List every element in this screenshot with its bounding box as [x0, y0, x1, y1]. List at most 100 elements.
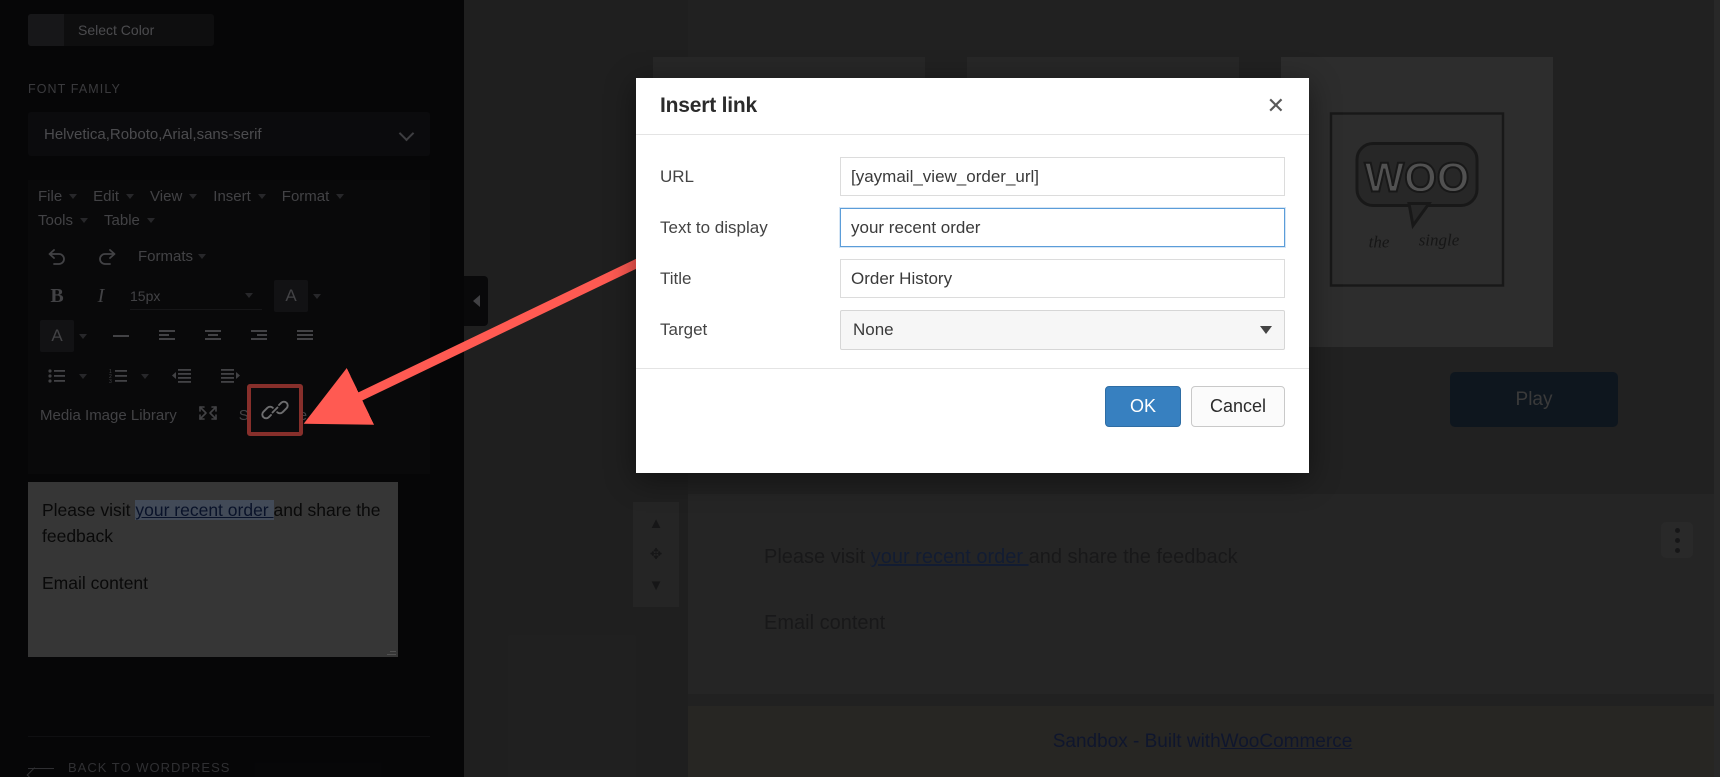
dialog-body: URL Text to display Title Target None [636, 135, 1309, 368]
close-icon[interactable]: ✕ [1267, 95, 1285, 117]
target-select[interactable]: None [840, 310, 1285, 350]
insert-link-dialog[interactable]: Insert link ✕ URL Text to display Title … [636, 78, 1309, 473]
font-size-select[interactable]: 15px [130, 282, 262, 310]
menu-view-label: View [150, 188, 183, 205]
editor-menubar: File Edit View Insert Format Tools Table [28, 180, 430, 236]
caret-down-icon [189, 194, 198, 199]
menu-view[interactable]: View [150, 188, 198, 205]
play-button[interactable]: Play [1450, 372, 1618, 427]
italic-icon[interactable]: I [84, 280, 118, 312]
text-to-display-input[interactable] [840, 208, 1285, 247]
link-icon [261, 400, 289, 420]
select-color-label: Select Color [78, 22, 155, 38]
caret-down-icon [80, 218, 89, 223]
font-size-value: 15px [130, 287, 161, 304]
sidebar-collapse-toggle[interactable] [464, 276, 488, 326]
target-label: Target [660, 320, 708, 339]
align-left-icon[interactable] [150, 320, 184, 352]
select-color-control[interactable]: Select Color [28, 14, 214, 46]
align-right-icon[interactable] [242, 320, 276, 352]
menu-tools[interactable]: Tools [38, 212, 89, 229]
toolbar-row-2: B I 15px A [28, 276, 430, 316]
email-content-text: Please visit your recent order and share… [688, 494, 1717, 638]
hero-card-woo-logo[interactable]: WOO the single [1281, 57, 1553, 347]
media-toolbar-row: Media Image Library Shortcode [28, 396, 418, 430]
font-family-select[interactable]: Helvetica,Roboto,Arial,sans-serif [28, 112, 430, 156]
caret-down-icon [126, 194, 135, 199]
menu-tools-label: Tools [38, 212, 74, 229]
footer-woocommerce-link[interactable]: WooCommerce [1221, 731, 1353, 753]
caret-down-icon [257, 194, 266, 199]
menu-format-label: Format [281, 188, 330, 205]
editor-line1-link[interactable]: your recent order [135, 500, 274, 520]
editor-textarea[interactable]: Please visit your recent order and share… [28, 482, 398, 657]
email-footer: Sandbox - Built with WooCommerce [688, 706, 1717, 777]
menu-insert-label: Insert [213, 188, 251, 205]
toolbar-row-3: A [28, 316, 430, 356]
dialog-title: Insert link [660, 94, 757, 117]
menu-format[interactable]: Format [282, 188, 345, 205]
cancel-button[interactable]: Cancel [1190, 385, 1285, 427]
content-line1-link[interactable]: your recent order [871, 546, 1029, 568]
dialog-footer: OK Cancel [636, 368, 1309, 443]
menu-file-label: File [38, 188, 63, 205]
caret-down-icon [74, 320, 92, 352]
align-center-icon[interactable] [196, 320, 230, 352]
target-select-value: None [853, 320, 894, 339]
redo-icon[interactable] [90, 240, 124, 272]
resize-handle-icon[interactable] [386, 645, 396, 655]
email-content-block[interactable]: Please visit your recent order and share… [688, 494, 1717, 694]
url-label: URL [660, 166, 695, 186]
tinymce-editor-chrome: File Edit View Insert Format Tools Table… [28, 180, 430, 474]
decrease-indent-icon[interactable] [164, 360, 198, 392]
content-line1-suffix: and share the feedback [1028, 546, 1238, 568]
caret-down-icon [308, 280, 326, 312]
media-image-library-button[interactable]: Media Image Library [40, 407, 177, 424]
editor-sidebar: Select Color FONT FAMILY Helvetica,Robot… [0, 0, 464, 777]
insert-link-button-highlighted[interactable] [247, 384, 303, 436]
drag-move-icon[interactable]: ✥ [650, 547, 663, 562]
caret-down-icon [193, 240, 211, 272]
chevron-down-icon [400, 127, 414, 141]
dialog-header: Insert link ✕ [636, 78, 1309, 135]
horizontal-rule-icon[interactable] [104, 320, 138, 352]
title-input[interactable] [840, 259, 1285, 298]
back-to-wordpress-link[interactable]: BACK TO WORDPRESS [28, 760, 230, 775]
woo-logo-sketch: WOO the single [1317, 100, 1517, 305]
numbered-list-icon[interactable]: 123 [102, 360, 136, 392]
background-color-icon[interactable]: A [40, 320, 74, 352]
svg-text:3: 3 [109, 379, 112, 384]
increase-indent-icon[interactable] [214, 360, 248, 392]
sidebar-divider [28, 736, 430, 737]
ok-button[interactable]: OK [1104, 385, 1181, 427]
back-to-wordpress-label: BACK TO WORDPRESS [68, 760, 231, 775]
field-row-title: Title [660, 259, 1285, 298]
formats-label: Formats [138, 247, 194, 265]
bullet-list-icon[interactable] [40, 360, 74, 392]
block-options-menu-icon[interactable] [1661, 522, 1693, 558]
color-swatch[interactable] [28, 14, 64, 46]
menu-insert[interactable]: Insert [213, 188, 266, 205]
move-down-icon[interactable]: ▼ [649, 578, 664, 593]
formats-dropdown[interactable]: Formats [138, 240, 211, 272]
fullscreen-icon[interactable] [197, 404, 219, 426]
align-justify-icon[interactable] [288, 320, 322, 352]
bold-icon[interactable]: B [40, 280, 74, 312]
field-row-url: URL [660, 157, 1285, 196]
undo-icon[interactable] [40, 240, 74, 272]
menu-file[interactable]: File [38, 188, 78, 205]
move-up-icon[interactable]: ▲ [649, 516, 664, 531]
svg-text:single: single [1419, 231, 1460, 250]
menu-edit[interactable]: Edit [93, 188, 135, 205]
url-input[interactable] [840, 157, 1285, 196]
menu-table[interactable]: Table [104, 212, 155, 229]
svg-text:WOO: WOO [1365, 154, 1470, 201]
caret-down-icon [69, 194, 78, 199]
editor-line2: Email content [42, 573, 149, 594]
font-family-section-label: FONT FAMILY [28, 82, 121, 96]
play-button-label: Play [1515, 388, 1553, 410]
caret-down-icon [74, 360, 92, 392]
block-move-handles[interactable]: ▲ ✥ ▼ [633, 502, 679, 607]
canvas-right-edge [1714, 0, 1720, 777]
text-color-icon[interactable]: A [274, 280, 308, 312]
